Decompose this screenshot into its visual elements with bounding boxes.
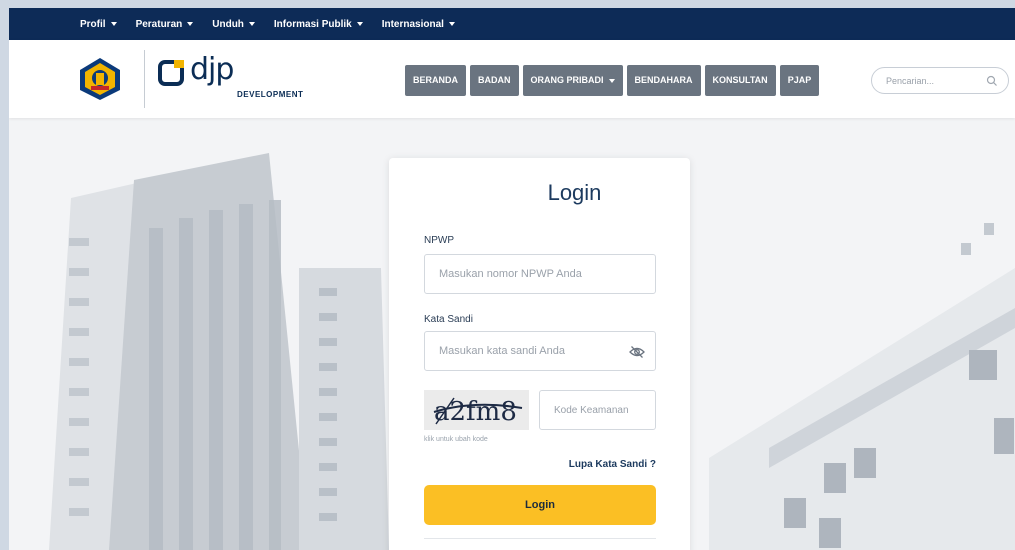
npwp-label: NPWP <box>424 235 454 246</box>
topnav-item-unduh[interactable]: Unduh <box>212 19 255 30</box>
password-label: Kata Sandi <box>424 314 473 325</box>
password-field[interactable] <box>424 331 656 371</box>
forgot-password-link[interactable]: Lupa Kata Sandi ? <box>569 459 656 470</box>
captcha-hint[interactable]: klik untuk ubah kode <box>424 436 488 443</box>
top-nav: Profil Peraturan Unduh Informasi Publik … <box>9 8 1015 40</box>
menu-pjap-button[interactable]: PJAP <box>779 65 820 96</box>
menu-badan-button[interactable]: BADAN <box>470 65 519 96</box>
menu-orang-pribadi-button[interactable]: ORANG PRIBADI <box>522 65 623 96</box>
caret-down-icon <box>110 22 117 26</box>
login-title: Login <box>547 180 602 205</box>
main-menu: BERANDA BADAN ORANG PRIBADI BENDAHARA KO… <box>405 65 823 96</box>
djp-logo-icon <box>158 60 184 86</box>
menu-bendahara-button[interactable]: BENDAHARA <box>626 65 701 96</box>
login-card: Login NPWP Kata Sandi a2fm8 klik untuk u… <box>389 158 690 550</box>
password-input[interactable] <box>437 344 621 358</box>
search-box[interactable] <box>871 67 1009 94</box>
menu-beranda-button[interactable]: BERANDA <box>405 65 466 96</box>
security-code-field[interactable] <box>539 390 656 430</box>
npwp-input[interactable] <box>437 267 621 281</box>
captcha-text: a2fm8 <box>434 397 517 427</box>
security-code-input[interactable] <box>552 404 651 417</box>
captcha-image[interactable]: a2fm8 <box>424 390 529 430</box>
npwp-field[interactable] <box>424 254 656 294</box>
card-divider <box>424 538 656 539</box>
logo-subtitle: DEVELOPMENT <box>237 90 304 99</box>
caret-down-icon <box>608 78 615 83</box>
topnav-item-informasi-publik[interactable]: Informasi Publik <box>274 19 363 30</box>
caret-down-icon <box>187 22 194 26</box>
browser-frame: Profil Peraturan Unduh Informasi Publik … <box>9 8 1015 550</box>
menu-konsultan-button[interactable]: KONSULTAN <box>704 65 776 96</box>
search-icon[interactable] <box>986 75 998 87</box>
caret-down-icon <box>248 22 255 26</box>
caret-down-icon <box>448 22 455 26</box>
topnav-item-internasional[interactable]: Internasional <box>382 19 455 30</box>
search-input[interactable] <box>884 75 983 87</box>
login-button[interactable]: Login <box>424 485 656 525</box>
site-header: djp DEVELOPMENT BERANDA BADAN ORANG PRIB… <box>9 40 1015 118</box>
captcha-graphic: a2fm8 <box>433 397 523 427</box>
logo-text: djp <box>190 52 234 87</box>
header-divider <box>144 50 145 108</box>
eye-slash-icon[interactable] <box>629 344 645 360</box>
caret-down-icon <box>356 22 363 26</box>
kemenkeu-emblem-icon[interactable] <box>77 56 123 102</box>
topnav-item-profil[interactable]: Profil <box>80 19 117 30</box>
topnav-item-peraturan[interactable]: Peraturan <box>136 19 194 30</box>
